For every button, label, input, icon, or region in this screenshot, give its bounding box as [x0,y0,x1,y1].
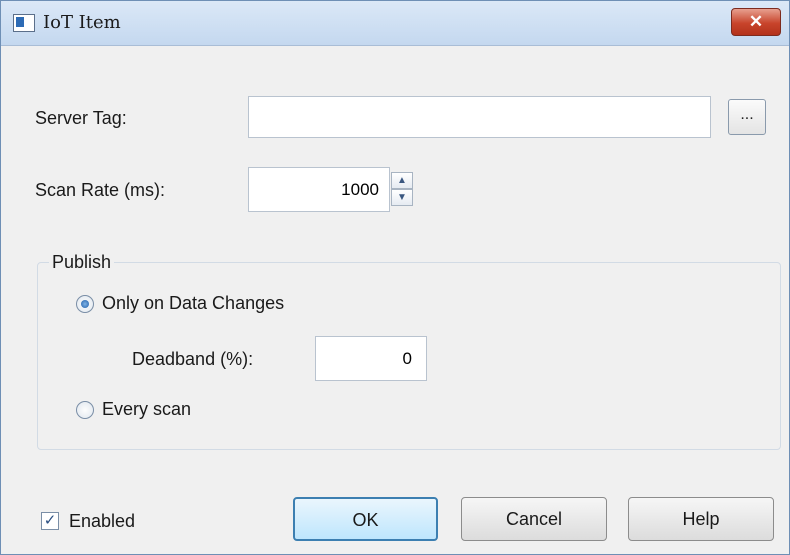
close-button[interactable]: ✕ [731,8,781,36]
only-on-data-changes-radio[interactable] [76,295,94,313]
help-button[interactable]: Help [628,497,774,541]
title-bar[interactable]: IoT Item ✕ [1,1,789,46]
window-title: IoT Item [43,12,121,33]
only-on-data-changes-label[interactable]: Only on Data Changes [102,293,284,314]
enabled-label[interactable]: Enabled [69,511,135,532]
scan-rate-stepper[interactable]: ▲ ▼ [391,172,413,208]
window-icon [13,14,35,32]
iot-item-dialog: IoT Item ✕ Server Tag: ... Scan Rate (ms… [0,0,790,555]
enabled-checkbox[interactable]: ✓ [41,512,59,530]
spin-down-icon[interactable]: ▼ [391,189,413,206]
deadband-input[interactable]: 0 [315,336,427,381]
browse-button[interactable]: ... [728,99,766,135]
every-scan-label[interactable]: Every scan [102,399,191,420]
spin-up-icon[interactable]: ▲ [391,172,413,189]
scan-rate-label: Scan Rate (ms): [35,180,166,200]
server-tag-input[interactable] [248,96,711,138]
publish-group-title: Publish [49,252,115,273]
cancel-button[interactable]: Cancel [461,497,607,541]
server-tag-label: Server Tag: [35,108,127,128]
every-scan-radio[interactable] [76,401,94,419]
deadband-label: Deadband (%): [132,349,254,369]
checkmark-icon: ✓ [43,512,57,529]
ok-button[interactable]: OK [293,497,438,541]
scan-rate-input[interactable]: 1000 [248,167,390,212]
close-icon: ✕ [748,12,764,31]
